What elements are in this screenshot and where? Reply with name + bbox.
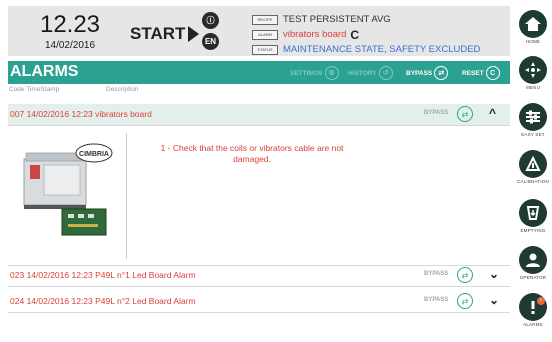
start-label: START xyxy=(130,24,186,43)
alarm-detail-panel: CIMBRIA 1 - Check that the coils or vibr… xyxy=(8,127,510,266)
alarm-value: vibrators board xyxy=(283,29,347,40)
clock-date: 14/02/2016 xyxy=(44,40,96,51)
alarm-description: vibrators board xyxy=(95,109,152,119)
recipe-tag: RECIPE xyxy=(252,14,278,25)
alarm-code: 023 xyxy=(10,270,25,280)
settings-button[interactable]: SETTINGS ⚙ xyxy=(290,66,339,80)
clock: 12.23 14/02/2016 xyxy=(30,12,110,52)
chevron-down-icon[interactable]: ⌄ xyxy=(489,293,499,307)
sidebar-item-menu[interactable]: MENU xyxy=(514,56,552,90)
settings-label: SETTINGS xyxy=(290,69,323,77)
alarm-row-text: 024 14/02/2016 12:23 P49L n°2 Led Board … xyxy=(10,296,196,306)
alarm-row-024[interactable]: 024 14/02/2016 12:23 P49L n°2 Led Board … xyxy=(8,291,510,313)
language-button[interactable]: EN xyxy=(202,33,219,50)
reset-button[interactable]: RESET C xyxy=(462,66,500,80)
alarm-remedy-message: 1 - Check that the coils or vibrators ca… xyxy=(160,143,344,164)
header-bar: 12.23 14/02/2016 START ⓘ EN RECIPE TEST … xyxy=(8,6,510,56)
language-label: EN xyxy=(204,37,217,46)
alarm-timestamp: 14/02/2016 12:23 xyxy=(26,296,93,306)
alarm-code: 024 xyxy=(10,296,25,306)
alarm-row-023[interactable]: 023 14/02/2016 12:23 P49L n°1 Led Board … xyxy=(8,265,510,287)
sidebar-label: HOME xyxy=(525,39,541,44)
bypass-button[interactable]: ⇄ xyxy=(457,293,473,309)
settings-icon: ⚙ xyxy=(324,66,339,80)
detail-divider xyxy=(126,133,127,259)
sidebar-label: MENU xyxy=(525,85,541,90)
operator-icon xyxy=(519,246,547,274)
alarm-bypass-label: BYPASS xyxy=(424,271,449,277)
machine-illustration: CIMBRIA xyxy=(23,143,113,236)
alarms-screen: 12.23 14/02/2016 START ⓘ EN RECIPE TEST … xyxy=(0,0,552,342)
menu-icon xyxy=(519,56,547,84)
sidebar: HOME MENU EASY SET CALIBRATION EMPTYING xyxy=(514,0,552,342)
reset-label: RESET xyxy=(462,69,484,77)
sidebar-item-operator[interactable]: OPERATOR xyxy=(514,246,552,280)
sidebar-label: ALARMS xyxy=(523,322,543,327)
sidebar-label: EASY SET xyxy=(521,132,545,137)
status-tag: STATUS xyxy=(252,44,278,55)
recipe-row: RECIPE TEST PERSISTENT AVG xyxy=(252,12,480,27)
sidebar-item-alarms[interactable]: ! ALARMS xyxy=(514,293,552,327)
home-icon xyxy=(519,10,547,38)
history-icon: ↺ xyxy=(378,66,393,80)
alarm-bypass-label: BYPASS xyxy=(424,110,449,116)
alarm-bypass-label: BYPASS xyxy=(424,297,449,303)
sliders-icon xyxy=(519,103,547,131)
bypass-all-label: BYPASS xyxy=(406,69,433,77)
sidebar-item-calibration[interactable]: CALIBRATION xyxy=(514,150,552,184)
refresh-icon[interactable]: C xyxy=(350,28,359,42)
column-header-code-timestamp: Code TimeStamp xyxy=(9,86,60,93)
alarm-description: P49L n°1 Led Board Alarm xyxy=(95,270,196,280)
alarms-titlebar: ALARMS SETTINGS ⚙ HISTORY ↺ BYPASS ⇄ RES… xyxy=(8,61,510,84)
info-icon[interactable]: ⓘ xyxy=(202,12,219,29)
sidebar-label: OPERATOR xyxy=(519,275,547,280)
calibration-icon xyxy=(519,150,547,178)
play-icon xyxy=(188,26,200,42)
alarm-timestamp: 14/02/2016 12:23 xyxy=(26,270,93,280)
alarm-row: ALARM vibrators board C xyxy=(252,27,480,42)
bypass-all-button[interactable]: BYPASS ⇄ xyxy=(406,66,449,80)
alarm-row-text: 023 14/02/2016 12:23 P49L n°1 Led Board … xyxy=(10,270,196,280)
status-panel: RECIPE TEST PERSISTENT AVG ALARM vibrato… xyxy=(252,12,480,57)
alarm-code: 007 xyxy=(10,109,25,119)
recipe-value: TEST PERSISTENT AVG xyxy=(283,14,391,25)
alarm-row-007[interactable]: 007 14/02/2016 12:23 vibrators board BYP… xyxy=(8,104,510,126)
sidebar-item-emptying[interactable]: EMPTYING xyxy=(514,199,552,233)
sidebar-item-home[interactable]: HOME xyxy=(514,10,552,44)
history-button[interactable]: HISTORY ↺ xyxy=(348,66,393,80)
clock-time: 12.23 xyxy=(39,11,101,38)
bypass-button[interactable]: ⇄ xyxy=(457,267,473,283)
bypass-all-icon: ⇄ xyxy=(434,66,449,80)
chevron-up-icon[interactable]: ^ xyxy=(489,106,496,120)
alarm-badge: ! xyxy=(537,297,545,305)
reset-icon: C xyxy=(485,66,500,80)
chevron-down-icon[interactable]: ⌄ xyxy=(489,267,499,281)
history-label: HISTORY xyxy=(348,69,377,77)
sidebar-label: EMPTYING xyxy=(520,228,546,233)
alarm-description: P49L n°2 Led Board Alarm xyxy=(95,296,196,306)
emptying-icon xyxy=(519,199,547,227)
page-title: ALARMS xyxy=(10,63,79,80)
alarm-row-text: 007 14/02/2016 12:23 vibrators board xyxy=(10,109,152,119)
cimbria-logo: CIMBRIA xyxy=(79,151,109,158)
alarm-timestamp: 14/02/2016 12:23 xyxy=(26,109,93,119)
start-button[interactable]: START xyxy=(130,24,200,44)
sidebar-label: CALIBRATION xyxy=(517,179,549,184)
status-value: MAINTENANCE STATE, SAFETY EXCLUDED xyxy=(283,44,481,55)
status-row: STATUS MAINTENANCE STATE, SAFETY EXCLUDE… xyxy=(252,42,480,57)
sidebar-item-easy-set[interactable]: EASY SET xyxy=(514,103,552,137)
column-header-description: Description xyxy=(106,86,139,93)
bypass-button[interactable]: ⇄ xyxy=(457,106,473,122)
alarm-tag: ALARM xyxy=(252,29,278,40)
